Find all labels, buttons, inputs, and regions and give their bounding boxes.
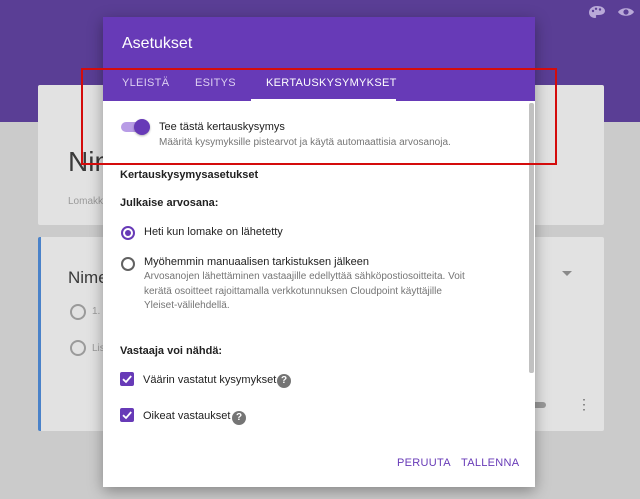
save-button[interactable]: TALLENNA bbox=[461, 457, 519, 469]
eye-icon[interactable] bbox=[617, 5, 635, 19]
missed-questions-checkbox[interactable] bbox=[120, 372, 134, 386]
release-later-description-line-3: Yleiset-välilehdellä. bbox=[144, 300, 230, 311]
release-grade-heading: Julkaise arvosana: bbox=[120, 197, 219, 209]
question-option-radio bbox=[70, 304, 86, 320]
question-add-option-radio bbox=[70, 340, 86, 356]
respondent-can-see-heading: Vastaaja voi nähdä: bbox=[120, 345, 223, 357]
cancel-button[interactable]: PERUUTA bbox=[397, 457, 451, 469]
release-later-label: Myöhemmin manuaalisen tarkistuksen jälke… bbox=[144, 256, 369, 268]
release-later-radio[interactable] bbox=[121, 257, 135, 271]
release-immediately-label: Heti kun lomake on lähetetty bbox=[144, 226, 283, 238]
question-type-dropdown[interactable] bbox=[528, 263, 580, 285]
missed-questions-label: Väärin vastatut kysymykset bbox=[143, 374, 277, 386]
correct-answers-label: Oikeat vastaukset bbox=[143, 410, 231, 422]
palette-icon[interactable] bbox=[588, 5, 606, 19]
question-title[interactable]: Nime bbox=[68, 268, 108, 288]
more-vert-icon[interactable]: ⋮ bbox=[577, 397, 591, 411]
question-option-label: 1. bbox=[92, 306, 101, 317]
help-icon[interactable]: ? bbox=[232, 411, 246, 425]
release-later-description-line-1: Arvosanojen lähettäminen vastaajille ede… bbox=[144, 271, 465, 282]
release-later-description-line-2: kerätä osoitteet rajoittamalla verkkotun… bbox=[144, 285, 442, 297]
release-immediately-radio[interactable] bbox=[121, 226, 135, 240]
correct-answers-checkbox[interactable] bbox=[120, 408, 134, 422]
help-icon[interactable]: ? bbox=[277, 374, 291, 388]
highlight-annotation-box bbox=[81, 68, 557, 165]
form-description[interactable]: Lomakk bbox=[68, 196, 103, 207]
dialog-title: Asetukset bbox=[122, 35, 193, 52]
quiz-settings-heading: Kertauskysymysasetukset bbox=[120, 169, 259, 181]
